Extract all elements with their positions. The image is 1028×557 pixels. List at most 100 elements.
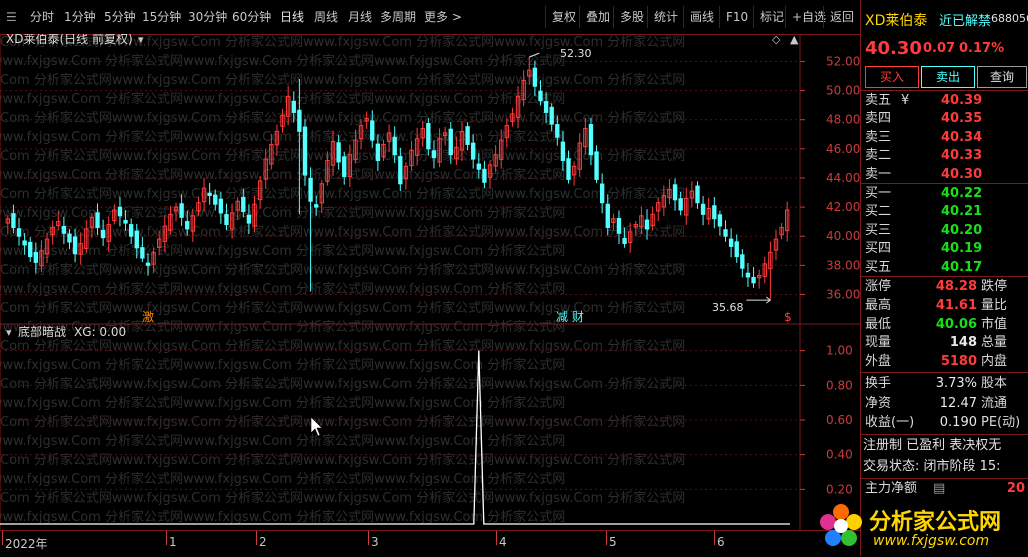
bid-label: 买四 — [865, 241, 892, 257]
ask-row-1[interactable]: 卖四 40.35 — [863, 110, 1027, 128]
main-force-label: 主力净额 — [865, 481, 918, 496]
price-tick-4: 44.00 — [826, 171, 860, 185]
date-tick — [256, 531, 257, 545]
candle-body — [145, 262, 151, 266]
stat-label: 最高 — [865, 297, 892, 313]
candle-body — [532, 67, 538, 87]
candle-body — [448, 128, 453, 156]
candle-body — [672, 184, 678, 201]
stock-code: 688056 — [991, 12, 1028, 25]
candle-body — [185, 221, 190, 230]
ask-label: 卖三 — [865, 129, 892, 145]
tool-button-2[interactable]: 多股 — [620, 8, 644, 26]
logo-text: 分析家公式网 — [869, 510, 1002, 535]
date-tick — [2, 531, 3, 545]
stat2-value: 12.47 — [939, 395, 977, 411]
stat2-label: 收益(一) — [865, 415, 915, 430]
ask-label: 卖四 — [865, 111, 892, 127]
stat-label: 涨停 — [865, 279, 892, 294]
more-periods-button[interactable]: 更多 > — [424, 8, 462, 26]
watermark-line: Com 分析家公式网www.fxjgsw.Com 分析家公式网www.fxjgs… — [0, 376, 685, 392]
candle-body — [622, 237, 627, 244]
period-tab-9[interactable]: 多周期 — [380, 8, 416, 26]
period-tab-4[interactable]: 30分钟 — [188, 8, 227, 26]
candle-body — [246, 214, 252, 224]
tool-button-4[interactable]: 画线 — [690, 8, 714, 26]
tool-button-7[interactable]: +自选 — [792, 8, 826, 26]
stat-label2: 量比 — [981, 297, 1008, 313]
candle-body — [740, 254, 745, 269]
main-force-row[interactable]: 主力净额 ▤ 20 — [863, 480, 1027, 498]
news-label[interactable]: 近已解禁 — [939, 10, 991, 29]
bid-row-2[interactable]: 买三 40.20 — [863, 222, 1027, 240]
bid-label: 买二 — [865, 204, 892, 220]
candle-body — [291, 100, 296, 113]
price-tick-8: 36.00 — [826, 287, 860, 301]
bid-label: 买三 — [865, 222, 892, 238]
period-tab-3[interactable]: 15分钟 — [142, 8, 181, 26]
ask-mark: ¥ — [901, 93, 910, 108]
bid-row-1[interactable]: 买二 40.21 — [863, 203, 1027, 221]
event-marker-right[interactable]: $ — [784, 310, 792, 324]
query-button[interactable]: 查询 — [977, 66, 1027, 88]
tool-button-1[interactable]: 叠加 — [586, 8, 610, 26]
date-tick — [496, 531, 497, 545]
candle-body — [67, 233, 72, 243]
settings-diamond-icon[interactable]: ◇ — [772, 34, 781, 46]
bid-row-3[interactable]: 买四 40.19 — [863, 240, 1027, 258]
price-tick-2: 48.00 — [826, 113, 860, 127]
candle-body — [588, 124, 594, 156]
stat2-row-1: 净资 12.47 流通 — [863, 395, 1027, 413]
candle-body — [700, 203, 706, 215]
tool-button-6[interactable]: 标记 — [760, 8, 784, 26]
stat-value: 148 — [949, 335, 977, 351]
period-tab-5[interactable]: 60分钟 — [232, 8, 271, 26]
candle-body — [476, 163, 481, 170]
period-tab-2[interactable]: 5分钟 — [104, 8, 136, 26]
period-tab-6[interactable]: 日线 — [280, 8, 304, 26]
tool-button-0[interactable]: 复权 — [552, 8, 576, 26]
bid-row-0[interactable]: 买一 40.22 — [863, 185, 1027, 203]
buy-button[interactable]: 买入 — [865, 66, 919, 88]
bid-price: 40.22 — [941, 186, 983, 201]
title-dropdown-icon[interactable]: ▾ — [138, 34, 144, 46]
period-tab-1[interactable]: 1分钟 — [64, 8, 96, 26]
indicator-title: 底部暗战 — [18, 324, 66, 339]
price-change-pct: 0.17% — [959, 41, 1005, 56]
indicator-tick-0: 1.00 — [826, 344, 853, 358]
stat-row-3: 现量 148 总量 — [863, 334, 1027, 352]
period-tab-7[interactable]: 周线 — [314, 8, 338, 26]
candle-body — [179, 203, 184, 218]
stat2-label2: PE(动) — [981, 415, 1021, 430]
stat-value: 40.06 — [935, 316, 977, 332]
bid-row-4[interactable]: 买五 40.17 — [863, 259, 1027, 277]
event-marker-left[interactable]: 激 — [142, 310, 154, 324]
price-tick-3: 46.00 — [826, 142, 860, 156]
price-tick-6: 40.00 — [826, 229, 860, 243]
period-tab-8[interactable]: 月线 — [348, 8, 372, 26]
tool-button-3[interactable]: 统计 — [654, 8, 678, 26]
event-marker-mid[interactable]: 减 财 — [556, 310, 584, 324]
ask-row-2[interactable]: 卖三 40.34 — [863, 129, 1027, 147]
indicator-dropdown-icon[interactable]: ▾ — [6, 326, 12, 339]
candle-body — [745, 272, 751, 278]
date-label-6: 6 — [717, 535, 725, 549]
collapse-icon[interactable]: ▲ — [790, 34, 799, 46]
ask-row-4[interactable]: 卖一 40.30 — [863, 166, 1027, 184]
indicator-value: XG: 0.00 — [74, 325, 126, 339]
sell-button[interactable]: 卖出 — [921, 66, 975, 88]
ask-row-3[interactable]: 卖二 40.33 — [863, 147, 1027, 165]
candle-body — [61, 226, 67, 234]
table-icon[interactable]: ▤ — [933, 480, 945, 498]
bid-label: 买五 — [865, 259, 892, 275]
ask-row-0[interactable]: 卖五 ¥40.39 — [863, 92, 1027, 110]
kline-chart[interactable]: Com 分析家公式网www.fxjgsw.Com 分析家公式网www.fxjgs… — [0, 34, 860, 530]
period-tab-0[interactable]: 分时 — [30, 8, 54, 26]
indicator-tick-4: 0.20 — [826, 482, 853, 496]
tool-button-8[interactable]: 返回 — [830, 8, 854, 26]
main-force-value: 20 — [1006, 481, 1025, 496]
candle-body — [728, 238, 734, 247]
menu-icon[interactable]: ☰ — [6, 8, 17, 26]
tool-button-5[interactable]: F10 — [726, 8, 748, 26]
stat-label2: 总量 — [981, 335, 1008, 351]
